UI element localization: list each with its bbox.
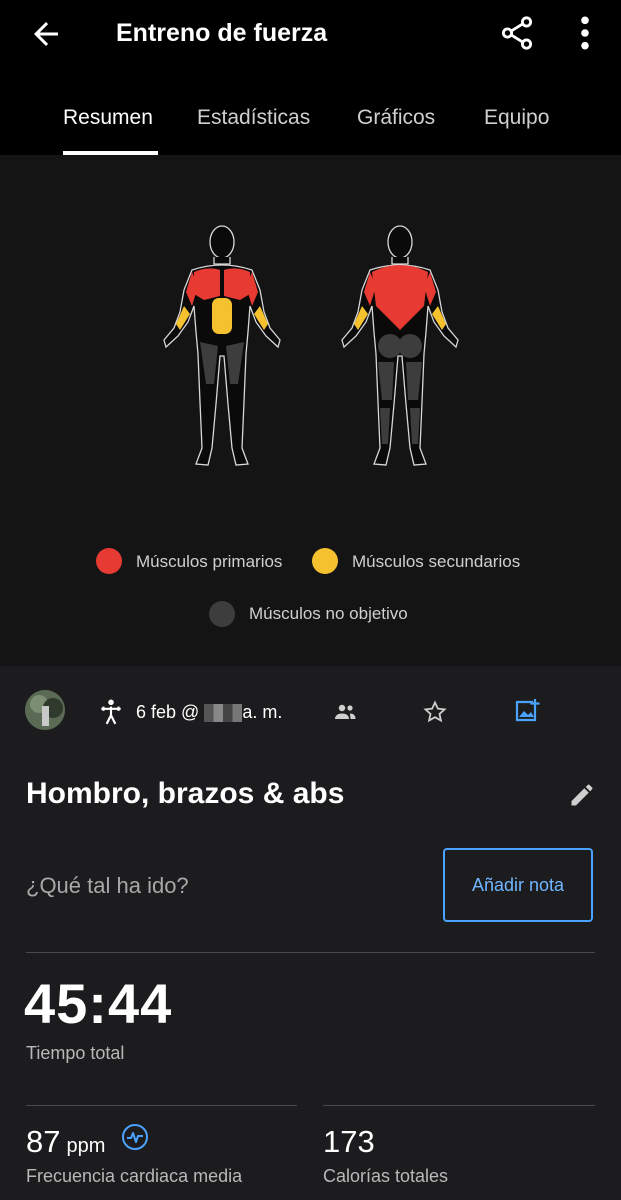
avg-heart-rate-unit: ppm	[66, 1135, 106, 1157]
legend-dot-secondary	[312, 548, 338, 574]
total-time-value: 45:44	[24, 972, 173, 1035]
pencil-icon[interactable]	[568, 781, 596, 809]
star-outline-icon[interactable]	[423, 700, 447, 724]
legend-label-non-target: Músculos no objetivo	[249, 604, 408, 623]
share-icon[interactable]	[498, 14, 536, 52]
front-body-diagram	[163, 225, 281, 466]
avg-heart-rate-label: Frecuencia cardiaca media	[26, 1166, 243, 1186]
activity-name: Hombro, brazos & abs	[26, 777, 345, 810]
muscle-map-panel	[0, 155, 621, 666]
tab-graficos[interactable]: Gráficos	[357, 104, 435, 132]
divider	[26, 1105, 297, 1106]
total-calories-value: 173	[323, 1124, 375, 1159]
tab-resumen[interactable]: Resumen	[63, 104, 153, 132]
more-vertical-icon[interactable]	[574, 14, 596, 52]
legend-label-primary: Músculos primarios	[136, 552, 283, 571]
legend-label-secondary: Músculos secundarios	[352, 552, 521, 571]
page-title: Entreno de fuerza	[116, 19, 328, 47]
total-calories-label: Calorías totales	[323, 1166, 449, 1186]
add-photo-icon[interactable]	[513, 698, 541, 724]
avatar[interactable]	[25, 690, 65, 730]
back-body-diagram	[341, 225, 459, 466]
activity-time-suffix: a. m.	[242, 702, 283, 722]
strength-training-icon	[101, 699, 121, 725]
back-arrow-icon[interactable]	[28, 16, 64, 52]
divider	[323, 1105, 595, 1106]
tab-equipo[interactable]: Equipo	[484, 104, 549, 132]
tab-estadisticas[interactable]: Estadísticas	[197, 104, 310, 132]
total-time-label: Tiempo total	[26, 1043, 125, 1063]
legend-dot-primary	[96, 548, 122, 574]
top-app-bar: Entreno de fuerza Resumen Estadísticas G…	[0, 0, 621, 155]
activity-date: 6 feb @ a. m.	[136, 701, 282, 723]
note-prompt: ¿Qué tal ha ido?	[26, 873, 189, 898]
avatar-image-icon	[25, 690, 65, 730]
redacted-time	[204, 704, 243, 723]
divider	[26, 952, 595, 953]
legend-dot-non-target	[209, 601, 235, 627]
people-icon[interactable]	[333, 702, 357, 722]
avg-heart-rate-value: 87 ppm	[26, 1124, 105, 1164]
add-note-button[interactable]: Añadir nota	[443, 848, 593, 922]
avg-heart-rate-number: 87	[26, 1124, 61, 1159]
activity-date-text: 6 feb @	[136, 702, 205, 722]
heart-rate-icon[interactable]	[121, 1123, 149, 1151]
